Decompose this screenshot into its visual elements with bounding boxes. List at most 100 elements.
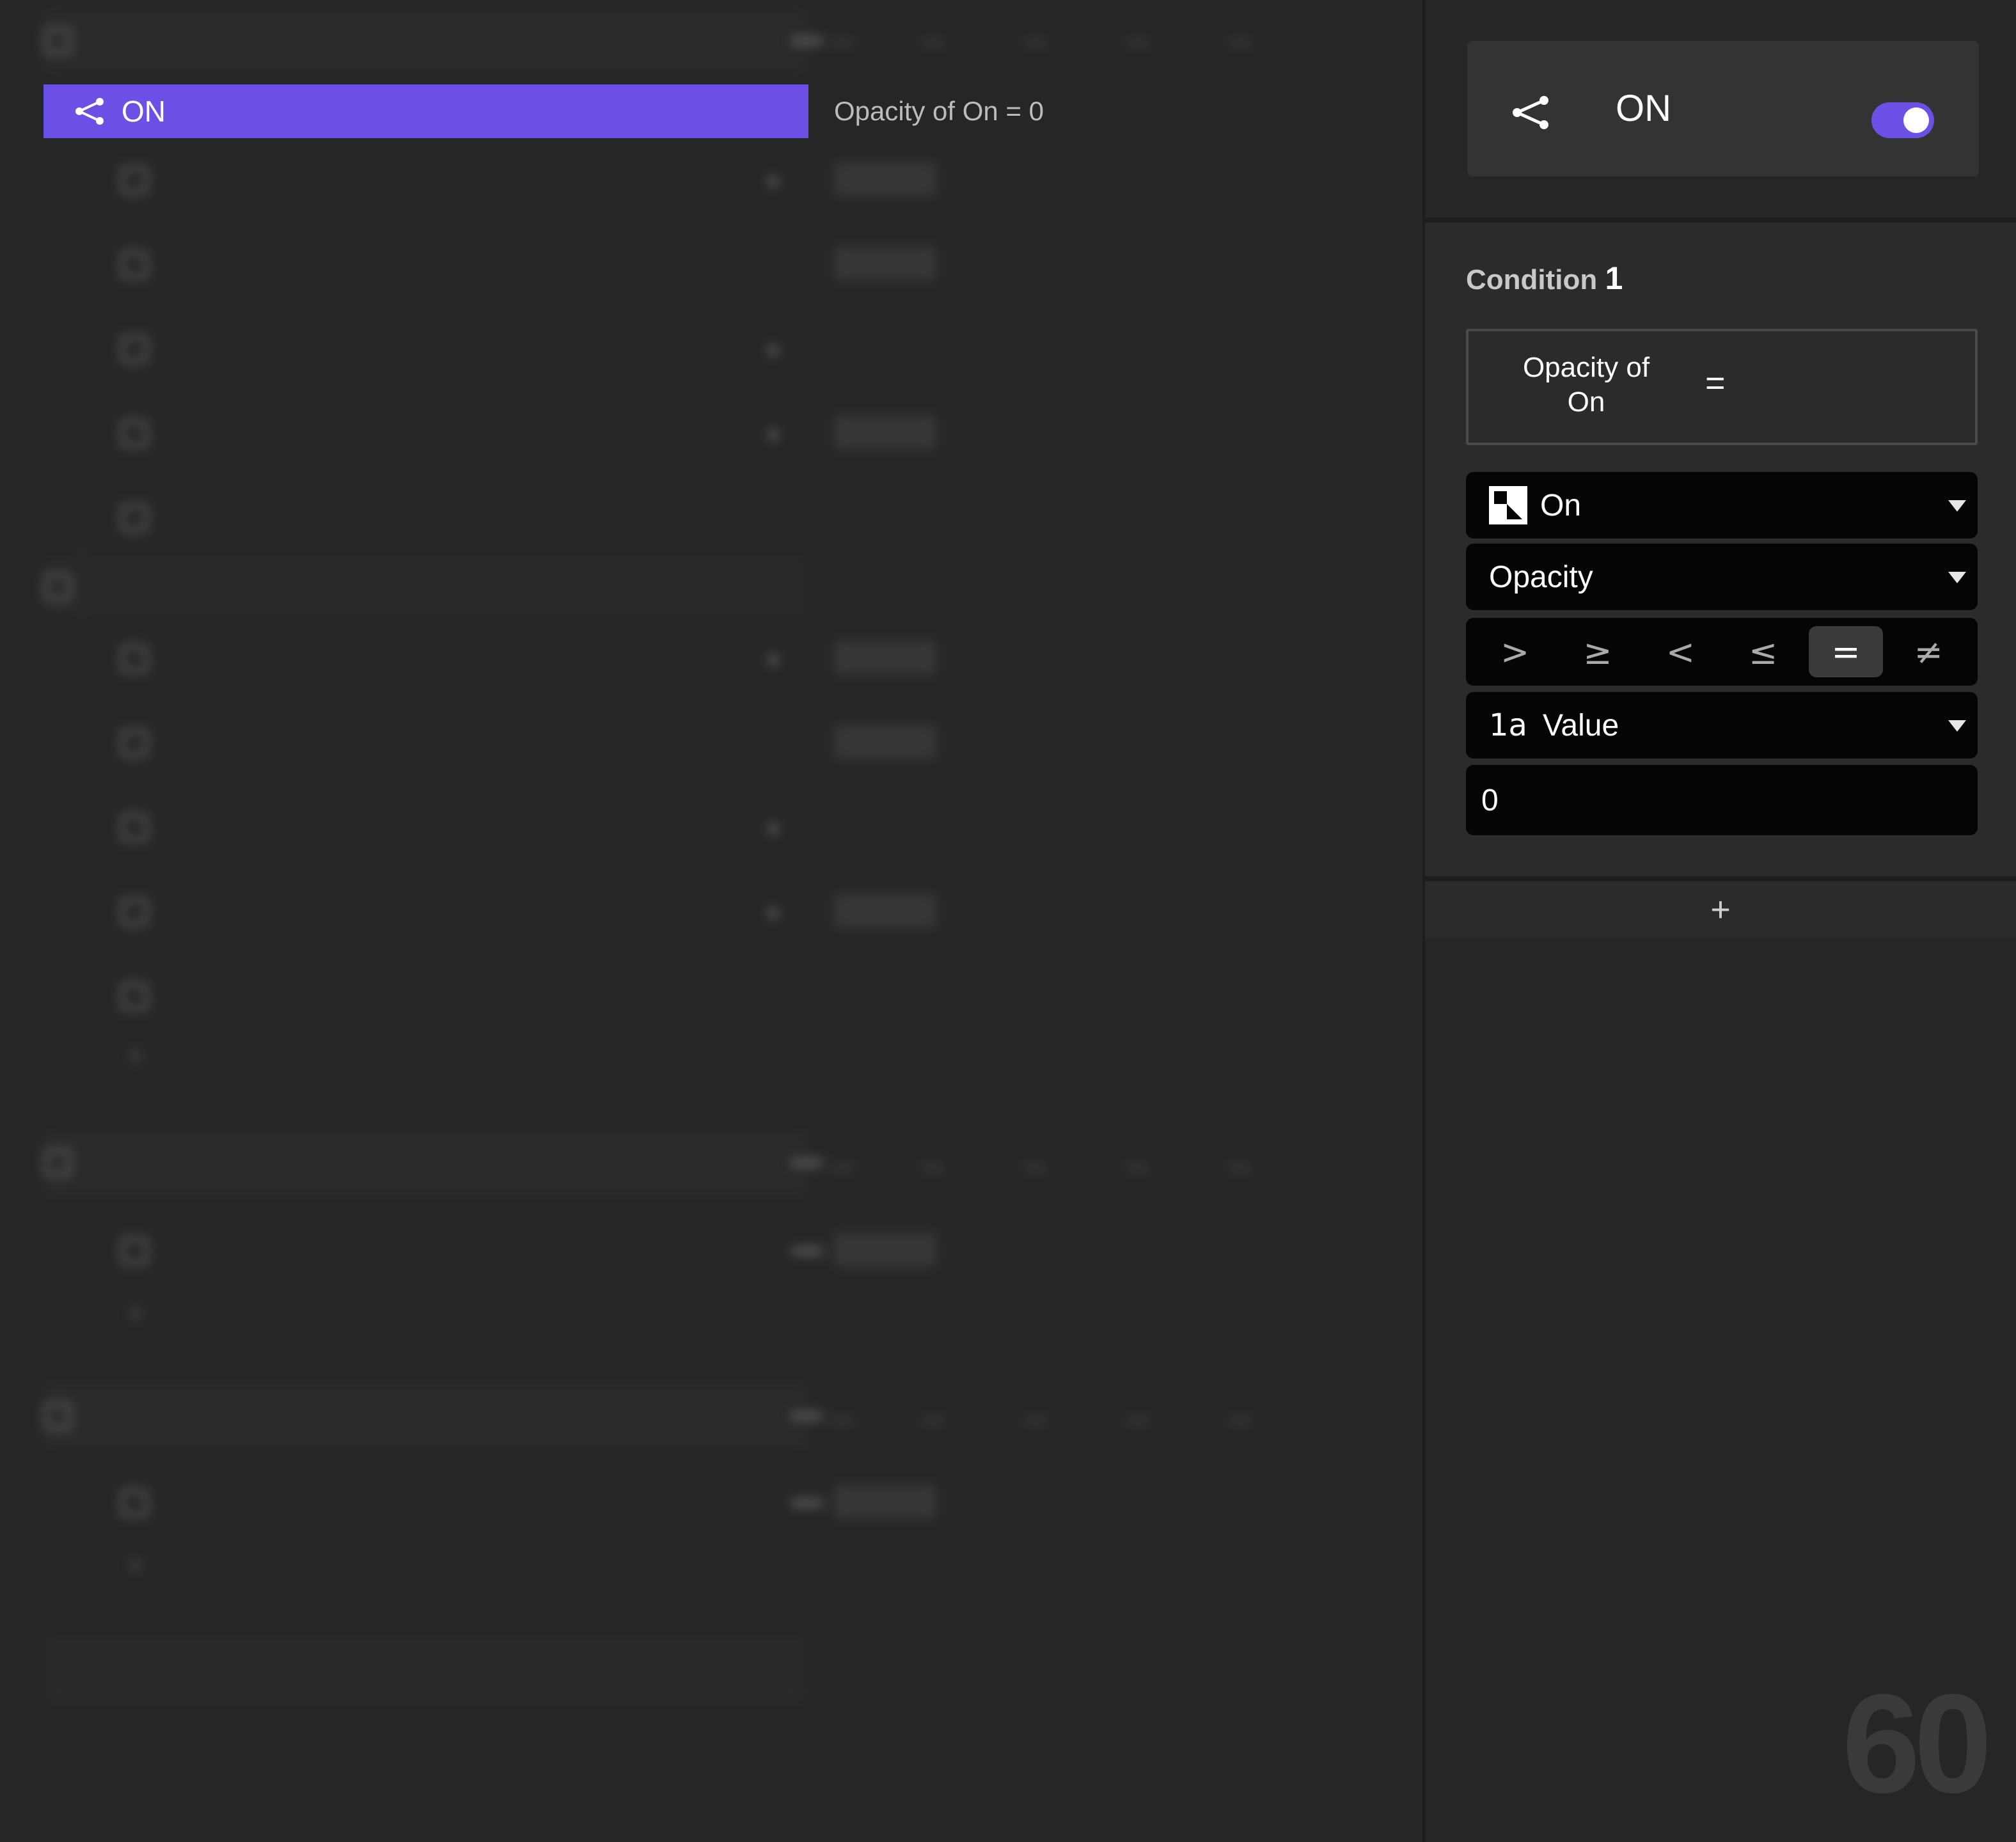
blurred-icon — [120, 814, 148, 842]
blurred-row — [43, 1130, 824, 1196]
blurred-icon — [120, 420, 148, 448]
value-type-icon: 1a — [1489, 707, 1527, 743]
blurred-row — [43, 233, 808, 297]
timeline-tick — [1126, 1165, 1149, 1169]
condition-heading: Condition 1 — [1466, 260, 1623, 297]
trigger-row-summary: Opacity of On = 0 — [834, 96, 1044, 126]
blurred-icon — [120, 504, 148, 532]
blurred-plus: + — [125, 1546, 146, 1584]
blurred-glyph: ▪ — [766, 890, 780, 934]
blurred-swatch — [833, 640, 938, 675]
value-source-dropdown-value: Value — [1542, 708, 1619, 743]
trigger-row-label: ON — [122, 95, 166, 128]
blurred-icon — [120, 729, 148, 757]
operator-less-than-button[interactable]: < — [1643, 626, 1717, 677]
blurred-row — [43, 486, 808, 550]
blurred-icon — [120, 1489, 148, 1517]
timeline-tick — [1126, 41, 1149, 45]
blurred-row — [43, 711, 808, 775]
blurred-row: ▪ — [43, 402, 808, 466]
layer-icon — [1489, 486, 1527, 524]
blurred-glyph: ▪ — [766, 805, 780, 850]
operator-greater-than-button[interactable]: > — [1478, 626, 1552, 677]
blurred-dash — [791, 1412, 824, 1420]
blurred-icon — [120, 166, 148, 194]
condition-summary: Opacity of On = — [1466, 329, 1978, 445]
blurred-dash — [791, 1247, 824, 1255]
blurred-trigger-list: ▪ ▪ ▪ ▪ ▪ ▪ + + + — [0, 0, 1422, 1842]
blurred-swatch — [833, 893, 938, 929]
fps-counter: 60 — [1842, 1665, 1992, 1822]
blurred-row — [43, 8, 824, 74]
timeline-tick — [1228, 41, 1251, 45]
condition-number: 1 — [1605, 260, 1623, 296]
blurred-swatch — [833, 414, 938, 450]
blurred-dash — [791, 1159, 824, 1167]
blurred-row — [43, 1383, 824, 1449]
timeline-tick — [1228, 1419, 1251, 1422]
blurred-plus: + — [125, 1294, 146, 1332]
blurred-icon — [120, 645, 148, 673]
property-dropdown-value: Opacity — [1489, 560, 1593, 594]
timeline-tick — [831, 41, 854, 45]
timeline-tick — [1023, 1419, 1046, 1422]
blurred-swatch — [833, 246, 938, 281]
blurred-icon — [120, 1237, 148, 1265]
blurred-dash — [791, 37, 824, 45]
toggle-knob — [1903, 107, 1929, 133]
blurred-icon — [120, 982, 148, 1011]
blurred-row — [43, 556, 808, 618]
branch-icon — [1513, 96, 1548, 129]
operator-less-equal-button[interactable]: ≤ — [1726, 626, 1800, 677]
blurred-swatch — [833, 161, 938, 197]
property-dropdown[interactable]: Opacity — [1466, 544, 1978, 610]
timeline-tick — [831, 1419, 854, 1422]
blurred-row — [43, 1219, 824, 1283]
timeline-tick — [1126, 1419, 1149, 1422]
chevron-down-icon — [1948, 572, 1966, 583]
timeline-tick — [1023, 41, 1046, 45]
value-source-dropdown[interactable]: 1a Value — [1466, 692, 1978, 759]
condition-summary-subject: Opacity of On — [1522, 352, 1650, 418]
condition-heading-label: Condition — [1466, 264, 1598, 295]
trigger-title: ON — [1616, 88, 1671, 129]
blurred-glyph: ▪ — [766, 327, 780, 372]
blurred-row — [43, 1471, 824, 1535]
add-condition-button[interactable]: + — [1425, 881, 2016, 938]
blurred-swatch — [833, 1484, 938, 1520]
blurred-row — [43, 964, 808, 1028]
timeline-tick — [921, 1419, 944, 1422]
value-input[interactable]: 0 — [1466, 765, 1978, 835]
blurred-dash — [791, 1499, 824, 1507]
operator-equal-button[interactable]: = — [1808, 626, 1883, 677]
blurred-add-trigger-button — [46, 1635, 806, 1704]
trigger-enabled-toggle[interactable] — [1871, 102, 1934, 138]
blurred-icon — [43, 1149, 72, 1177]
blurred-icon — [43, 573, 72, 601]
blurred-icon — [120, 898, 148, 926]
layer-dropdown[interactable]: On — [1466, 472, 1978, 539]
blurred-row: ▪ — [43, 627, 808, 691]
trigger-row-on-selected[interactable]: ON — [43, 84, 808, 138]
blurred-icon — [43, 1402, 72, 1430]
trigger-list-panel: ▪ ▪ ▪ ▪ ▪ ▪ + + + ON Opacity of On = 0 — [0, 0, 1422, 1842]
operator-not-equal-button[interactable]: ≠ — [1891, 626, 1965, 677]
timeline-tick — [921, 1165, 944, 1169]
timeline-tick — [921, 41, 944, 45]
section-divider — [1425, 876, 2016, 881]
branch-icon — [75, 98, 104, 125]
blurred-glyph: ▪ — [766, 411, 780, 456]
operator-greater-equal-button[interactable]: ≥ — [1561, 626, 1635, 677]
blurred-row: ▪ — [43, 796, 808, 860]
timeline-tick — [1023, 1165, 1046, 1169]
blurred-swatch — [833, 724, 938, 760]
section-divider — [1425, 217, 2016, 223]
blurred-glyph: ▪ — [766, 158, 780, 203]
timeline-tick — [1228, 1165, 1251, 1169]
blurred-icon — [120, 251, 148, 279]
chevron-down-icon — [1948, 500, 1966, 512]
blurred-swatch — [833, 1232, 938, 1268]
chevron-down-icon — [1948, 720, 1966, 732]
timeline-tick — [831, 1165, 854, 1169]
blurred-icon — [43, 27, 72, 55]
